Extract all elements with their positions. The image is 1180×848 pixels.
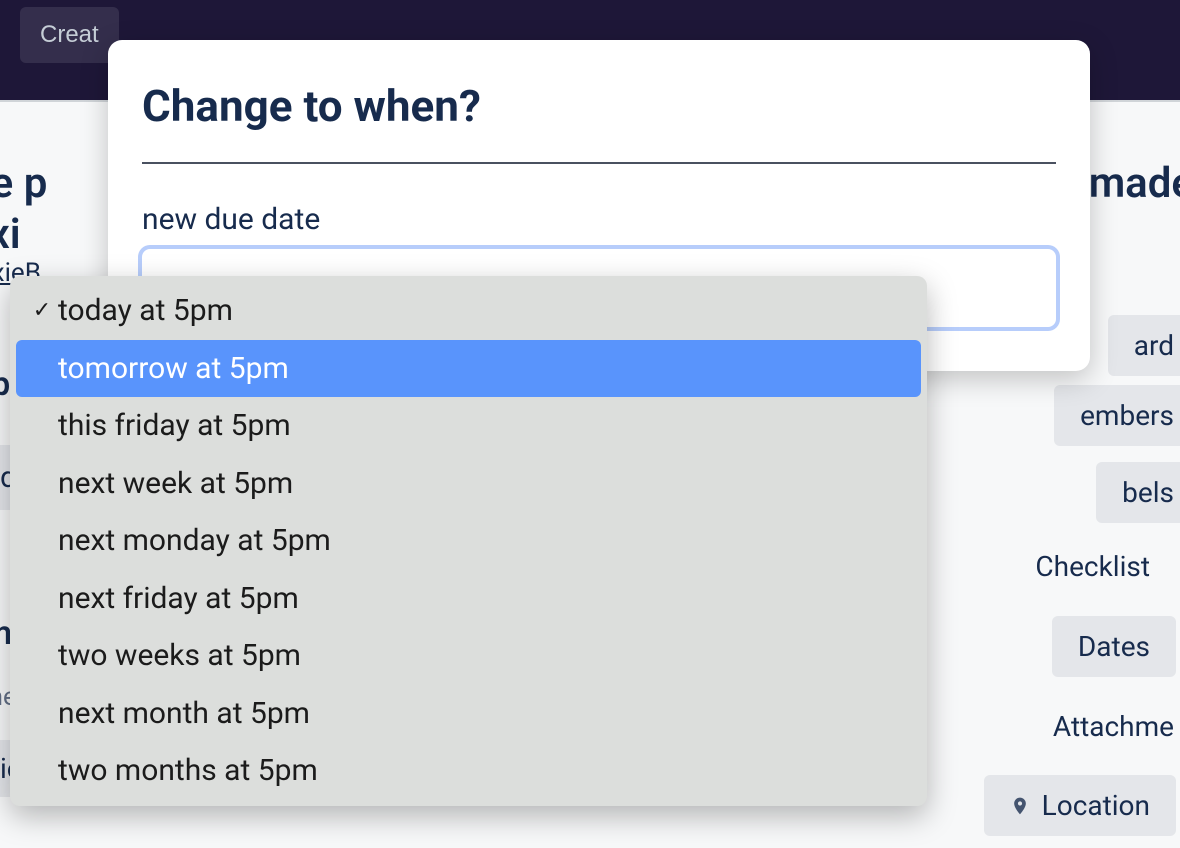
sidebar-item-dates[interactable]: Dates [1052,616,1176,677]
date-option[interactable]: next week at 5pm [16,455,921,513]
date-option-label: tomorrow at 5pm [58,350,289,388]
made-label-fragment: made [1089,159,1180,208]
due-date-label: new due date [142,202,1056,237]
date-option[interactable]: next friday at 5pm [16,570,921,628]
date-option-label: next month at 5pm [58,695,310,733]
date-option-label: next friday at 5pm [58,580,299,618]
location-icon [1010,792,1030,820]
date-option[interactable]: ✓today at 5pm [16,282,921,340]
date-option[interactable]: two months at 5pm [16,742,921,800]
sidebar-item-location[interactable]: Location [984,775,1176,836]
sidebar-item-card-fragment[interactable]: ard [1108,315,1180,376]
date-option[interactable]: next month at 5pm [16,685,921,743]
sidebar-item-members-fragment[interactable]: embers [1054,385,1180,446]
sidebar-item-labels-fragment[interactable]: bels [1096,462,1180,523]
sidebar-item-checklist[interactable]: Checklist [1009,536,1176,597]
date-option-label: two months at 5pm [58,752,318,790]
create-button[interactable]: Creat [20,7,119,63]
date-option-label: this friday at 5pm [58,407,291,445]
date-option[interactable]: tomorrow at 5pm [16,340,921,398]
date-option[interactable]: next monday at 5pm [16,512,921,570]
modal-divider [142,162,1056,164]
card-title-fragment-2: pixi [0,210,21,259]
modal-title: Change to when? [142,80,1056,132]
date-options-dropdown[interactable]: ✓today at 5pm tomorrow at 5pm this friday … [10,276,927,806]
sidebar-item-attachment-fragment[interactable]: Attachme [1027,696,1180,757]
date-option-label: two weeks at 5pm [58,637,301,675]
date-option[interactable]: two weeks at 5pm [16,627,921,685]
date-option-label: next monday at 5pm [58,522,331,560]
sidebar-item-label: Location [1042,789,1150,822]
date-option-label: next week at 5pm [58,465,293,503]
check-icon: ✓ [26,297,58,325]
date-option[interactable]: this friday at 5pm [16,397,921,455]
card-title-fragment: ate p [0,159,47,209]
date-option-label: today at 5pm [58,292,233,330]
